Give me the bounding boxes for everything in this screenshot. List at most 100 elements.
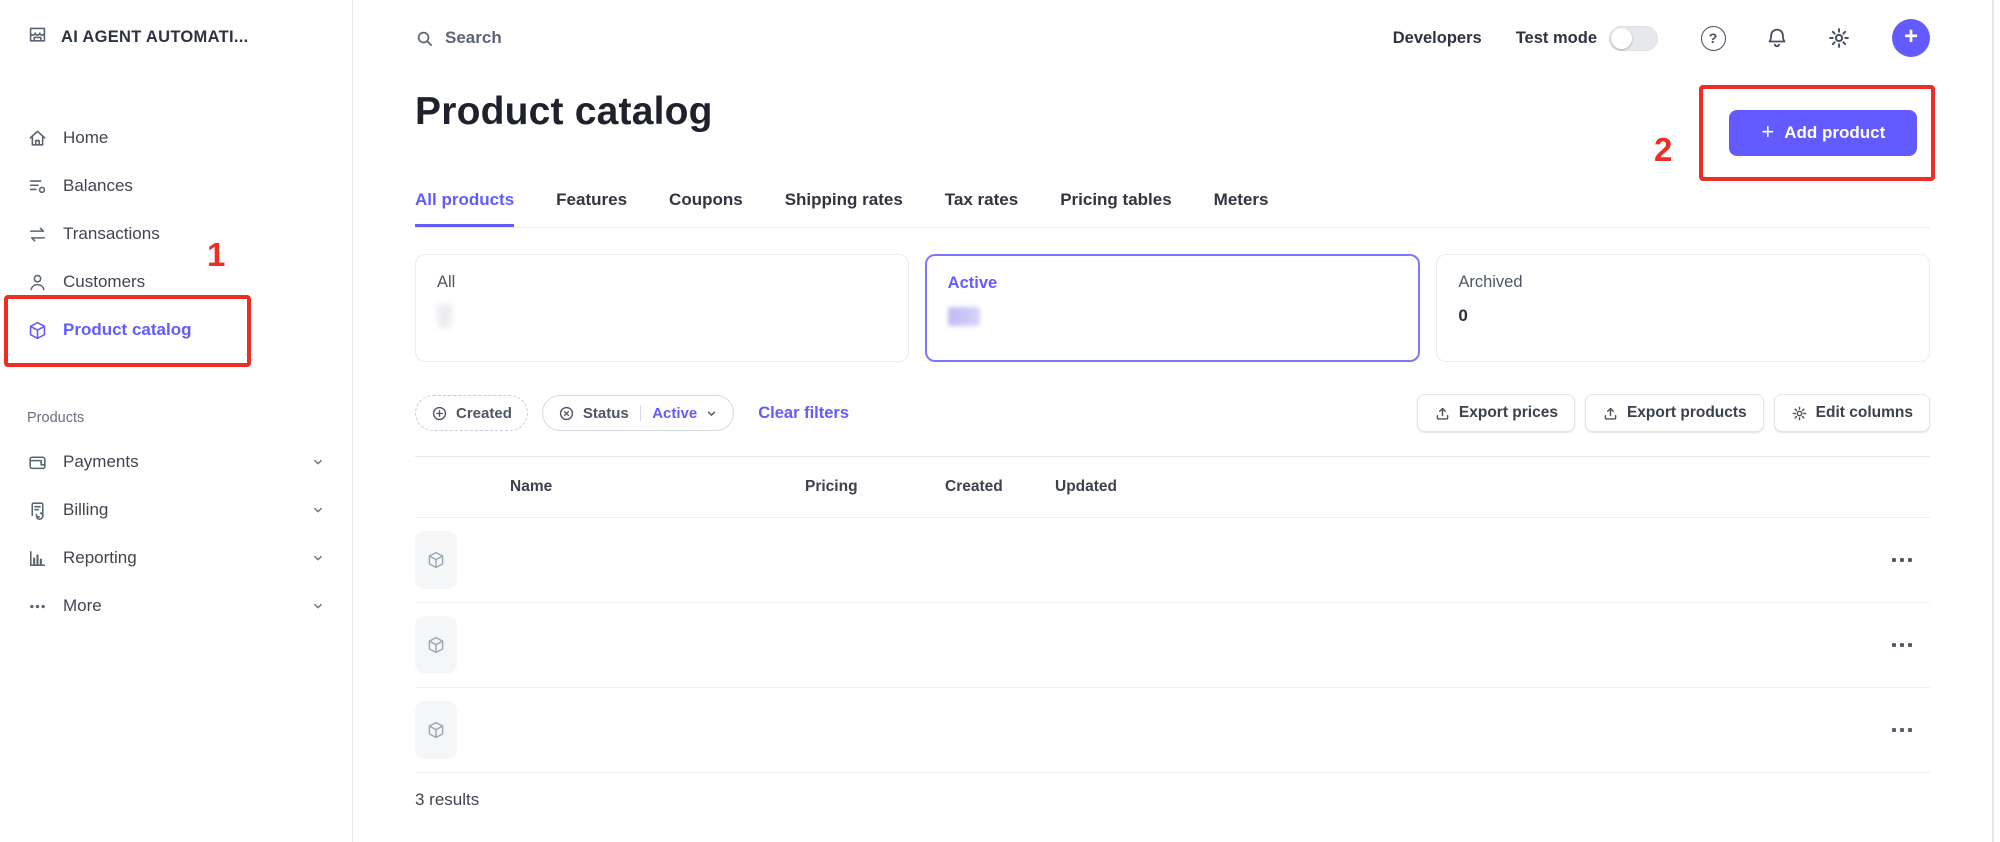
column-header-name: Name [510,478,805,496]
table-row[interactable] [415,688,1930,773]
sidebar-item-product-catalog[interactable]: Product catalog [0,306,352,354]
clear-filters-link[interactable]: Clear filters [758,404,849,423]
filter-status[interactable]: Status Active [542,395,734,431]
annotation-number-2: 2 [1654,133,1672,166]
sidebar-item-label: Billing [63,500,108,520]
create-menu-button[interactable]: + [1892,19,1930,57]
circle-plus-icon [431,405,448,422]
add-product-button[interactable]: + Add product [1729,110,1917,156]
tab-features[interactable]: Features [556,190,627,227]
row-overflow-menu[interactable] [1874,558,1930,562]
column-header-updated: Updated [1055,478,1874,496]
export-products-button[interactable]: Export products [1585,394,1764,432]
transactions-icon [27,224,48,245]
topbar-right: Developers Test mode ? [1393,19,1930,57]
help-icon: ? [1701,26,1726,51]
developers-link[interactable]: Developers [1393,29,1482,48]
test-mode-toggle[interactable] [1609,26,1658,51]
scrollbar-track[interactable] [1992,0,1994,842]
table-row[interactable] [415,603,1930,688]
chevron-down-icon [311,455,325,469]
bell-icon [1765,26,1789,50]
button-label: Export products [1627,404,1747,422]
table-row[interactable] [415,518,1930,603]
filter-status-value: Active [652,405,697,422]
card-all[interactable]: All [415,254,909,362]
package-icon [415,531,457,589]
sidebar-item-label: Home [63,128,108,148]
row-overflow-menu[interactable] [1874,728,1930,732]
table-header: Name Pricing Created Updated [415,456,1930,518]
table-actions: Export prices Export products [1417,394,1930,432]
tab-all-products[interactable]: All products [415,190,514,227]
sidebar-item-home[interactable]: Home [0,114,352,162]
tab-meters[interactable]: Meters [1214,190,1269,227]
button-label: Edit columns [1816,404,1913,422]
sidebar-item-billing[interactable]: Billing [0,486,352,534]
sidebar-item-label: Product catalog [63,320,191,340]
edit-columns-button[interactable]: Edit columns [1774,394,1930,432]
tab-coupons[interactable]: Coupons [669,190,743,227]
column-header-created: Created [945,478,1055,496]
results-count: 3 results [415,773,1930,810]
chevron-down-icon [311,551,325,565]
row-overflow-menu[interactable] [1874,643,1930,647]
redacted-card-value [437,304,453,328]
gear-icon [1791,405,1808,422]
business-switcher[interactable]: AI AGENT AUTOMATI... [0,20,352,54]
annotation-number-1: 1 [207,238,225,271]
button-label: Export prices [1459,404,1558,422]
sidebar-item-transactions[interactable]: Transactions [0,210,352,258]
help-button[interactable]: ? [1700,25,1726,51]
filter-row: Created Status Active Clear filters [415,394,1930,432]
annotation-2-wrap: 2 + Add product [1654,85,1935,181]
sidebar-section-label: Products [0,410,352,426]
sidebar-item-reporting[interactable]: Reporting [0,534,352,582]
tab-tax-rates[interactable]: Tax rates [945,190,1018,227]
card-label: Archived [1458,273,1908,292]
package-icon [415,616,457,674]
tab-bar: All products Features Coupons Shipping r… [415,190,1930,228]
sidebar-item-label: Payments [63,452,139,472]
topbar: Search Developers Test mode ? [415,0,1930,58]
sidebar: AI AGENT AUTOMATI... Home Balances [0,0,353,842]
card-label: All [437,273,887,292]
sidebar-item-label: Reporting [63,548,137,568]
add-product-label: Add product [1784,123,1885,143]
sidebar-item-payments[interactable]: Payments [0,438,352,486]
settings-button[interactable] [1826,25,1852,51]
chevron-down-icon [311,599,325,613]
card-value: 0 [1458,306,1908,326]
business-name: AI AGENT AUTOMATI... [61,28,249,47]
sidebar-item-customers[interactable]: Customers [0,258,352,306]
balances-icon [27,176,48,197]
circle-x-icon[interactable] [558,405,575,422]
sidebar-nav: Home Balances Transactions [0,114,352,354]
filter-created[interactable]: Created [415,395,528,431]
tab-pricing-tables[interactable]: Pricing tables [1060,190,1171,227]
plus-icon: + [1761,121,1774,145]
sidebar-item-balances[interactable]: Balances [0,162,352,210]
card-archived[interactable]: Archived 0 [1436,254,1930,362]
column-header-pricing: Pricing [805,478,945,496]
notifications-button[interactable] [1764,25,1790,51]
export-prices-button[interactable]: Export prices [1417,394,1575,432]
divider [640,405,642,421]
plus-icon: + [1904,25,1918,49]
toggle-knob [1611,28,1632,49]
home-icon [27,128,48,149]
more-icon [27,596,48,617]
export-icon [1602,405,1619,422]
customers-icon [27,272,48,293]
summary-cards: All Active Archived 0 [415,254,1930,362]
chevron-down-icon [311,503,325,517]
stripe-dashboard: AI AGENT AUTOMATI... Home Balances [0,0,2000,842]
sidebar-item-more[interactable]: More [0,582,352,630]
search-input[interactable]: Search [415,28,502,48]
chevron-down-icon [705,407,718,420]
card-active[interactable]: Active [925,254,1421,362]
tab-shipping-rates[interactable]: Shipping rates [785,190,903,227]
search-placeholder: Search [445,28,502,48]
sidebar-item-label: More [63,596,102,616]
page-title: Product catalog [415,88,713,136]
